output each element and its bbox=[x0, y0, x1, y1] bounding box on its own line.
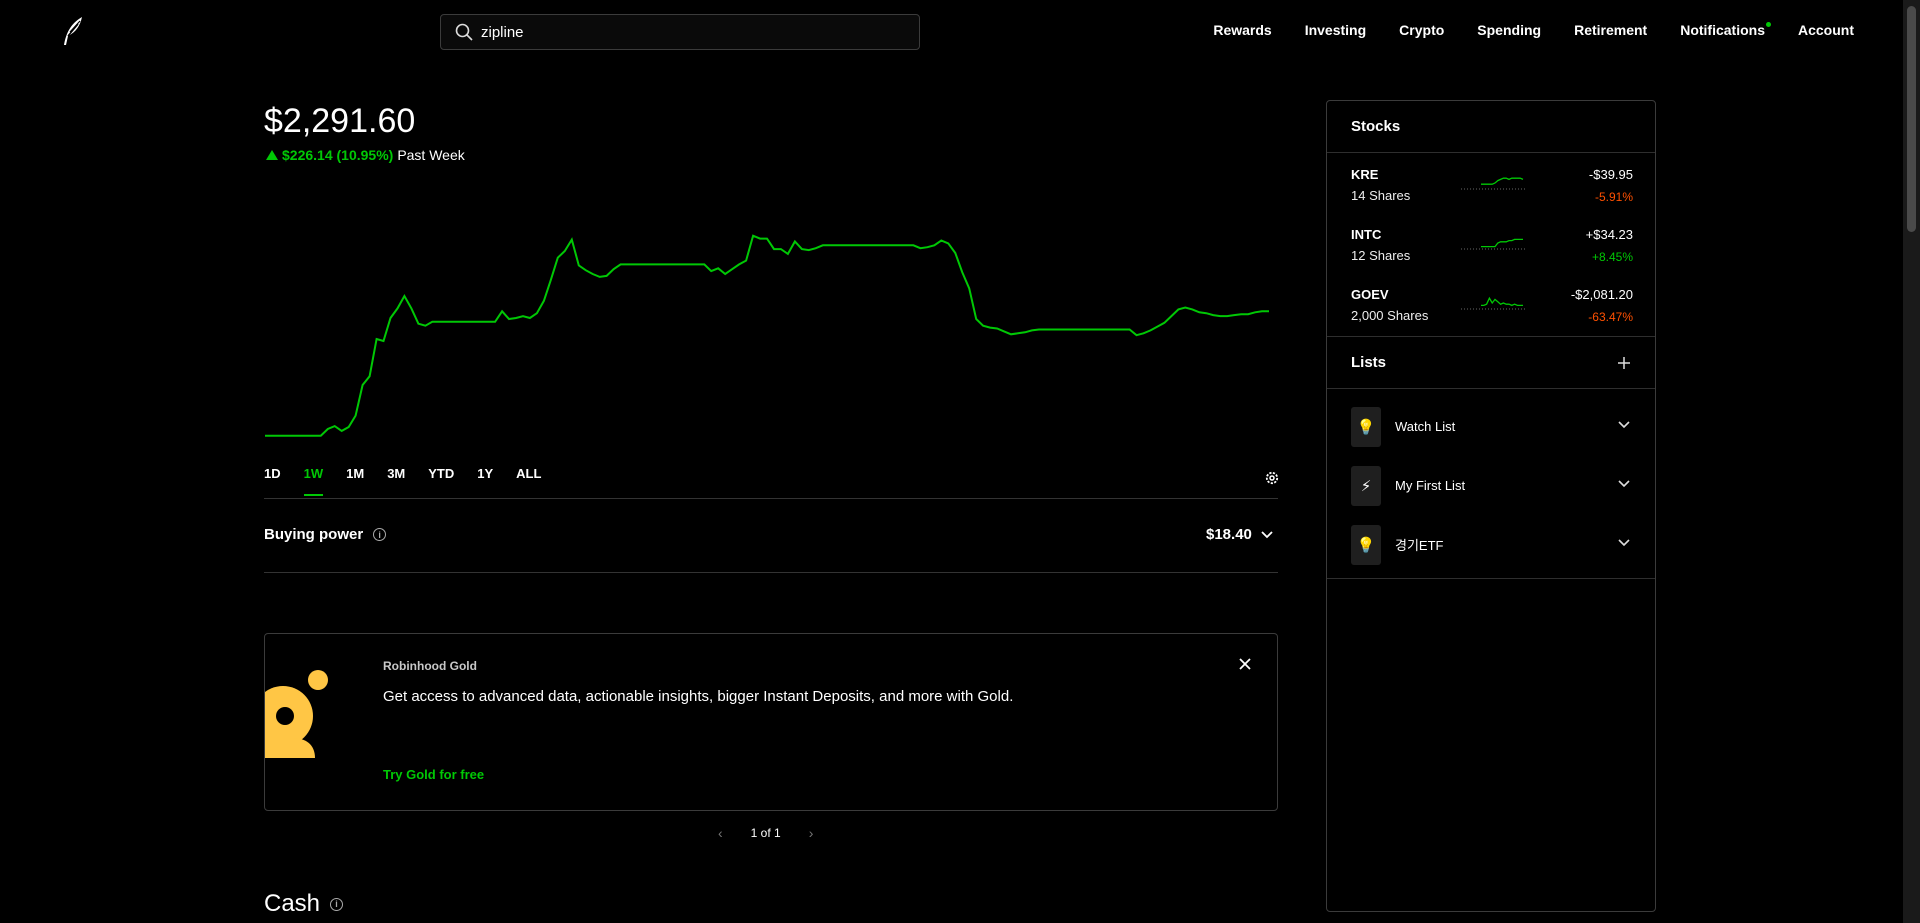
scrollbar[interactable] bbox=[1903, 0, 1920, 923]
change-period: Past Week bbox=[397, 147, 465, 163]
lists: 💡 Watch List ⚡ My First List 💡 경기ETF bbox=[1327, 389, 1655, 579]
sidebar: Stocks KRE 14 Shares -$39.95 -5.91% INTC… bbox=[1326, 100, 1656, 912]
range-3m[interactable]: 3M bbox=[387, 466, 405, 496]
stocks-header: Stocks bbox=[1327, 101, 1655, 153]
chart-line bbox=[265, 234, 1269, 437]
robinhood-feather-logo[interactable] bbox=[58, 14, 86, 48]
nav-investing[interactable]: Investing bbox=[1305, 22, 1366, 38]
pager-text: 1 of 1 bbox=[750, 826, 781, 840]
stock-percent: -5.91% bbox=[1594, 190, 1633, 204]
nav-notifications-label: Notifications bbox=[1680, 22, 1765, 38]
stock-percent: -63.47% bbox=[1588, 310, 1633, 324]
stock-shares: 14 Shares bbox=[1351, 188, 1411, 203]
stock-symbol: INTC bbox=[1351, 227, 1382, 242]
gold-logo-icon bbox=[265, 670, 328, 758]
scrollbar-thumb[interactable] bbox=[1907, 6, 1916, 232]
list-item-etf[interactable]: 💡 경기ETF bbox=[1327, 515, 1655, 574]
sparkline-path bbox=[1481, 296, 1523, 307]
plus-icon[interactable] bbox=[1617, 356, 1631, 370]
range-1m[interactable]: 1M bbox=[346, 466, 364, 496]
range-1d[interactable]: 1D bbox=[264, 466, 281, 496]
nav-spending[interactable]: Spending bbox=[1477, 22, 1541, 38]
stock-shares: 2,000 Shares bbox=[1351, 308, 1429, 323]
chevron-down-icon[interactable] bbox=[1617, 420, 1631, 430]
stock-shares: 12 Shares bbox=[1351, 248, 1411, 263]
stock-amount: -$39.95 bbox=[1588, 167, 1633, 182]
search-icon bbox=[455, 23, 473, 41]
stock-row[interactable]: GOEV 2,000 Shares -$2,081.20 -63.47% bbox=[1327, 277, 1655, 337]
list-item-watch-list[interactable]: 💡 Watch List bbox=[1327, 397, 1655, 456]
chevron-left-icon[interactable]: ‹ bbox=[718, 825, 723, 841]
gold-message: Get access to advanced data, actionable … bbox=[383, 688, 1014, 705]
top-nav: Rewards Investing Crypto Spending Retire… bbox=[1213, 22, 1854, 38]
stock-sparkline bbox=[1461, 238, 1525, 250]
info-icon[interactable]: i bbox=[330, 897, 344, 911]
stock-sparkline bbox=[1461, 177, 1525, 190]
list-item-my-first-list[interactable]: ⚡ My First List bbox=[1327, 456, 1655, 515]
buying-power-label: Buying power bbox=[264, 526, 364, 543]
list-name: 경기ETF bbox=[1395, 538, 1444, 553]
gold-promo-card: Robinhood Gold Get access to advanced da… bbox=[264, 633, 1278, 811]
card-pager: ‹ 1 of 1 › bbox=[718, 825, 813, 841]
nav-rewards[interactable]: Rewards bbox=[1213, 22, 1271, 38]
portfolio-value: $2,291.60 bbox=[264, 102, 416, 140]
nav-retirement[interactable]: Retirement bbox=[1574, 22, 1647, 38]
lists-header: Lists bbox=[1327, 337, 1655, 389]
nav-account[interactable]: Account bbox=[1798, 22, 1854, 38]
gear-icon[interactable] bbox=[1264, 470, 1280, 486]
stock-percent: +8.45% bbox=[1591, 250, 1633, 264]
close-icon[interactable] bbox=[1237, 656, 1253, 672]
stock-symbol: KRE bbox=[1351, 167, 1379, 182]
stock-amount: +$34.23 bbox=[1585, 227, 1633, 242]
chevron-down-icon bbox=[1261, 530, 1273, 538]
range-selector: 1D 1W 1M 3M YTD 1Y ALL bbox=[264, 466, 564, 496]
nav-notifications[interactable]: Notifications bbox=[1680, 22, 1771, 38]
list-name: Watch List bbox=[1395, 419, 1456, 434]
buying-power-row[interactable]: Buying power i bbox=[264, 526, 387, 543]
chevron-down-icon[interactable] bbox=[1617, 479, 1631, 489]
cash-section-title: Cash i bbox=[264, 890, 344, 918]
page: Rewards Investing Crypto Spending Retire… bbox=[0, 0, 1920, 923]
lightning-icon: ⚡ bbox=[1351, 465, 1381, 506]
search-bar[interactable] bbox=[440, 14, 920, 50]
range-1y[interactable]: 1Y bbox=[477, 466, 493, 496]
portfolio-chart[interactable] bbox=[264, 230, 1270, 450]
sparkline-path bbox=[1481, 177, 1524, 185]
range-all[interactable]: ALL bbox=[516, 466, 541, 496]
info-icon[interactable]: i bbox=[373, 528, 387, 541]
lists-title: Lists bbox=[1351, 354, 1387, 371]
chevron-down-icon[interactable] bbox=[1617, 538, 1631, 548]
gold-eyebrow: Robinhood Gold bbox=[383, 659, 477, 673]
stocks-list: KRE 14 Shares -$39.95 -5.91% INTC 12 Sha… bbox=[1327, 157, 1655, 337]
buying-power-value-group[interactable]: $18.40 bbox=[1206, 526, 1274, 543]
cash-label: Cash bbox=[264, 890, 321, 917]
arrow-up-icon bbox=[266, 150, 278, 160]
stock-sparkline bbox=[1461, 296, 1525, 310]
stock-amount: -$2,081.20 bbox=[1570, 287, 1633, 302]
lightbulb-icon: 💡 bbox=[1351, 406, 1381, 447]
stock-row[interactable]: KRE 14 Shares -$39.95 -5.91% bbox=[1327, 157, 1655, 217]
portfolio-change: $226.14 (10.95%) Past Week bbox=[266, 147, 465, 163]
stock-row[interactable]: INTC 12 Shares +$34.23 +8.45% bbox=[1327, 217, 1655, 277]
nav-crypto[interactable]: Crypto bbox=[1399, 22, 1444, 38]
sparkline-path bbox=[1481, 238, 1523, 248]
stocks-title: Stocks bbox=[1351, 118, 1401, 135]
chevron-right-icon[interactable]: › bbox=[809, 825, 814, 841]
lightbulb-icon: 💡 bbox=[1351, 524, 1381, 565]
list-name: My First List bbox=[1395, 478, 1466, 493]
notification-dot bbox=[1766, 22, 1771, 27]
divider bbox=[264, 572, 1278, 573]
change-amount: $226.14 (10.95%) bbox=[282, 147, 394, 163]
search-input[interactable] bbox=[481, 23, 881, 41]
try-gold-link[interactable]: Try Gold for free bbox=[383, 767, 484, 782]
range-ytd[interactable]: YTD bbox=[428, 466, 454, 496]
range-1w[interactable]: 1W bbox=[303, 466, 324, 496]
stock-symbol: GOEV bbox=[1351, 287, 1389, 302]
buying-power-value: $18.40 bbox=[1206, 526, 1252, 543]
divider bbox=[264, 498, 1278, 499]
